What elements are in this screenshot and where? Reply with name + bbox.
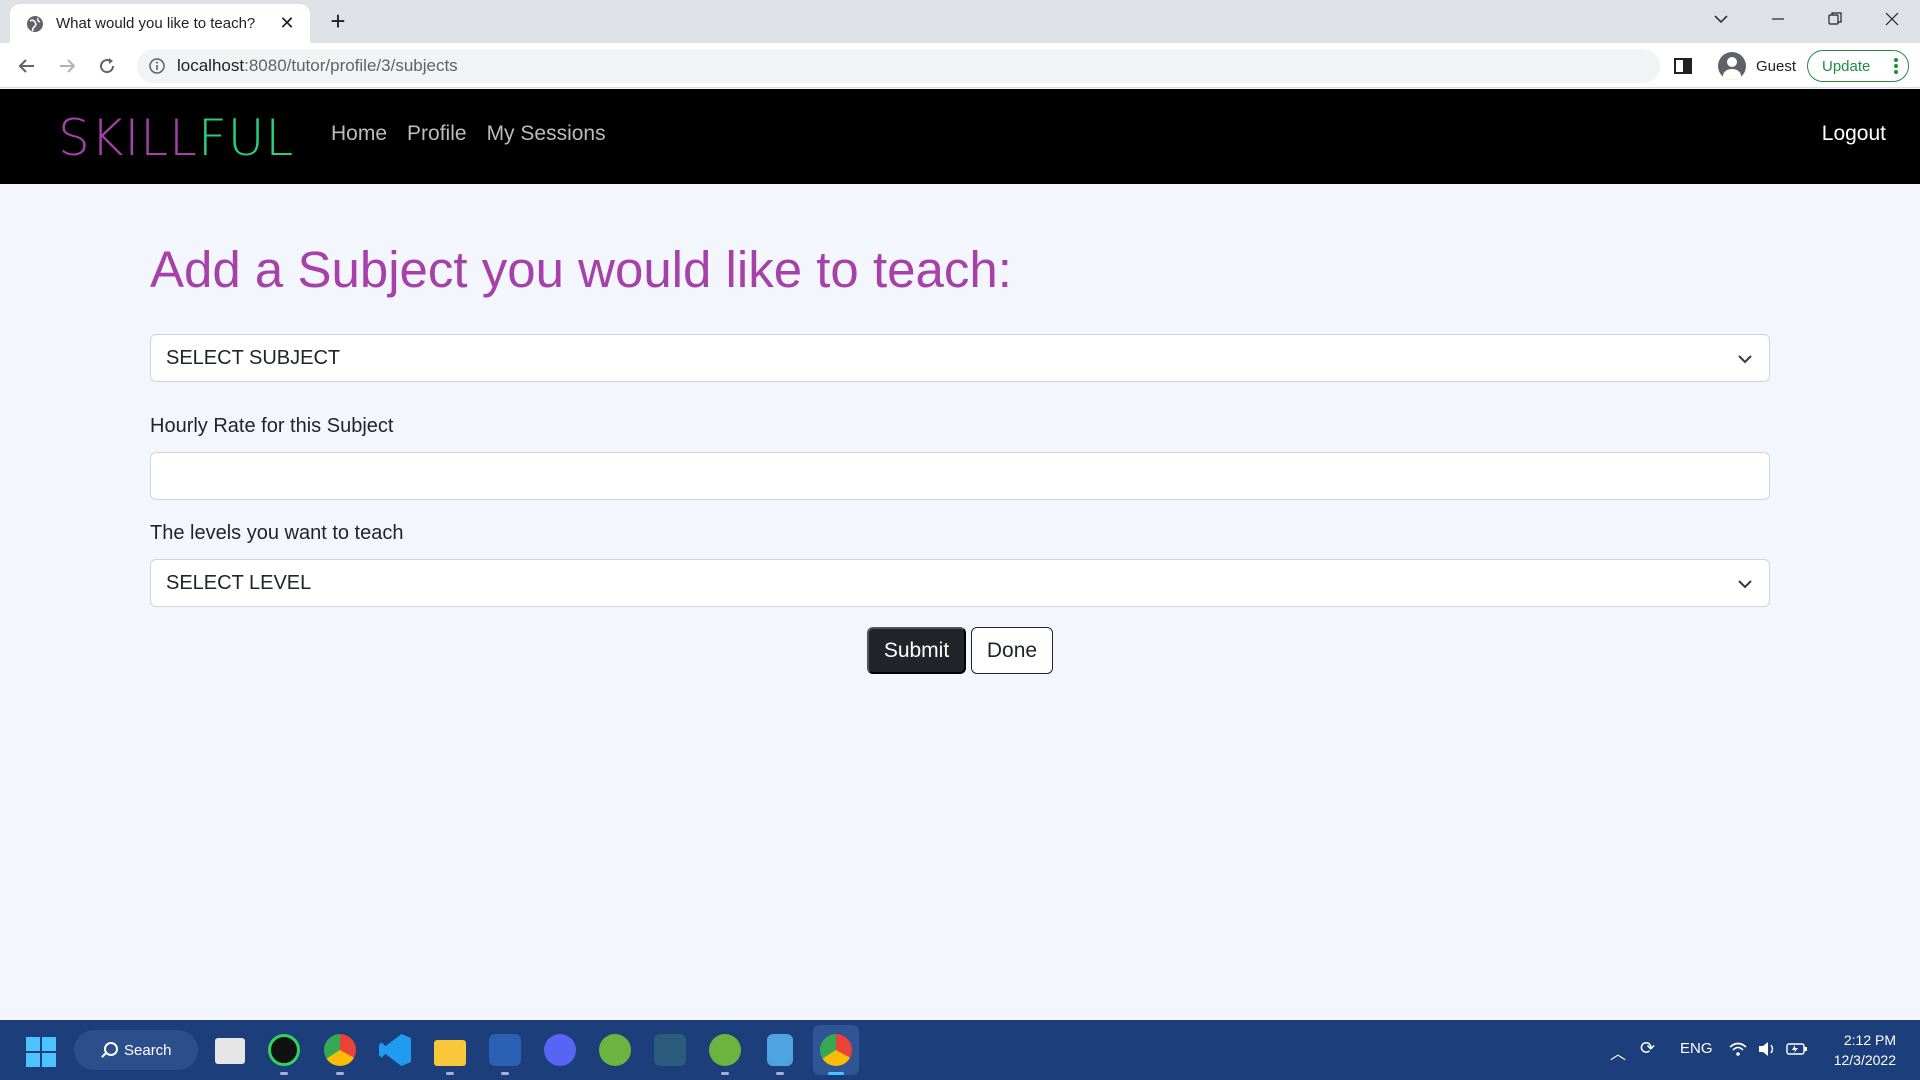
- reload-icon: [100, 58, 115, 74]
- nav-profile-link[interactable]: Profile: [407, 122, 467, 146]
- url-host: localhost: [177, 56, 245, 75]
- running-indicator: [501, 1072, 509, 1075]
- globe-icon: [27, 15, 43, 32]
- submit-button[interactable]: Submit: [867, 627, 966, 674]
- close-tab-icon[interactable]: ✕: [276, 13, 298, 34]
- close-icon: [1885, 12, 1898, 26]
- language-indicator[interactable]: ENG: [1680, 1040, 1713, 1057]
- sync-icon[interactable]: ⟳: [1640, 1038, 1655, 1059]
- nav-my-sessions-link[interactable]: My Sessions: [487, 122, 606, 146]
- battery-icon[interactable]: [1786, 1041, 1808, 1057]
- nav-links: Home Profile My Sessions: [331, 122, 606, 146]
- minimize-icon: [1771, 18, 1784, 20]
- running-indicator: [336, 1072, 344, 1075]
- task-view-icon[interactable]: [215, 1038, 245, 1064]
- search-icon: [104, 1042, 118, 1056]
- browser-toolbar: localhost:8080/tutor/profile/3/subjects …: [0, 43, 1920, 88]
- taskbar: Search ︿ ⟳ ENG 2:12 PM 12/3/2022: [0, 1020, 1920, 1080]
- hourly-rate-label: Hourly Rate for this Subject: [150, 415, 394, 437]
- new-tab-button[interactable]: +: [324, 8, 352, 36]
- more-menu-icon: [1894, 58, 1898, 74]
- chevron-down-icon: [1738, 355, 1752, 364]
- back-arrow-icon: [18, 59, 34, 73]
- chrome-canary-icon[interactable]: [324, 1034, 356, 1066]
- start-icon[interactable]: [26, 1037, 56, 1067]
- notepad-icon[interactable]: [767, 1034, 793, 1066]
- info-icon[interactable]: [149, 58, 165, 74]
- wifi-icon[interactable]: [1728, 1040, 1748, 1058]
- forward-button[interactable]: [52, 51, 82, 81]
- mysql-workbench-icon[interactable]: [654, 1034, 686, 1066]
- tab-title: What would you like to teach?: [56, 15, 256, 32]
- running-indicator: [721, 1072, 729, 1075]
- minimize-button[interactable]: [1749, 0, 1806, 38]
- window-controls: [1692, 0, 1920, 38]
- word-icon[interactable]: [489, 1034, 521, 1066]
- chevron-down-icon: [1713, 15, 1728, 24]
- level-select-value: SELECT LEVEL: [166, 571, 312, 594]
- browser-tabstrip: What would you like to teach? ✕ +: [0, 0, 1920, 43]
- chevron-down-icon: [1738, 580, 1752, 589]
- obs-icon[interactable]: [268, 1034, 300, 1066]
- vscode-icon[interactable]: [379, 1034, 411, 1066]
- side-panel-icon[interactable]: [1672, 55, 1694, 77]
- forward-arrow-icon: [60, 59, 76, 73]
- chrome-icon[interactable]: [820, 1034, 852, 1066]
- back-button[interactable]: [12, 51, 42, 81]
- taskbar-search[interactable]: Search: [74, 1030, 198, 1070]
- avatar-icon: [1718, 52, 1746, 80]
- restore-button[interactable]: [1806, 0, 1863, 38]
- page-title: Add a Subject you would like to teach:: [150, 241, 1012, 298]
- running-indicator: [776, 1072, 784, 1075]
- clock-date: 12/3/2022: [1833, 1052, 1896, 1068]
- chevron-up-icon[interactable]: ︿: [1610, 1040, 1626, 1064]
- reload-button[interactable]: [92, 51, 122, 81]
- running-indicator: [446, 1072, 454, 1075]
- logout-link[interactable]: Logout: [1822, 122, 1886, 146]
- clock-time: 2:12 PM: [1843, 1032, 1896, 1048]
- tab-search-button[interactable]: [1692, 0, 1749, 38]
- hourly-rate-input[interactable]: [150, 452, 1770, 500]
- update-button[interactable]: Update: [1807, 50, 1909, 82]
- subject-select-value: SELECT SUBJECT: [166, 346, 341, 369]
- taskbar-search-label: Search: [124, 1041, 172, 1059]
- clock[interactable]: 2:12 PM 12/3/2022: [1834, 1030, 1896, 1070]
- site-navbar: SKILLFUL Home Profile My Sessions Logout: [0, 89, 1920, 184]
- discord-icon[interactable]: [544, 1034, 576, 1066]
- url-path: :8080/tutor/profile/3/subjects: [244, 56, 458, 75]
- profile-button[interactable]: Guest: [1710, 49, 1804, 83]
- file-explorer-icon[interactable]: [434, 1040, 466, 1066]
- url-text: localhost:8080/tutor/profile/3/subjects: [177, 56, 458, 76]
- brand-part-1: SKILL: [58, 109, 198, 167]
- browser-tab[interactable]: What would you like to teach? ✕: [10, 4, 310, 43]
- close-window-button[interactable]: [1863, 0, 1920, 38]
- update-label: Update: [1822, 57, 1871, 75]
- running-indicator: [280, 1072, 288, 1075]
- levels-label: The levels you want to teach: [150, 522, 404, 544]
- restore-icon: [1827, 12, 1842, 25]
- subject-select[interactable]: SELECT SUBJECT: [150, 334, 1770, 382]
- level-select[interactable]: SELECT LEVEL: [150, 559, 1770, 607]
- profile-label: Guest: [1756, 57, 1797, 75]
- brand-logo[interactable]: SKILLFUL: [58, 109, 294, 167]
- active-indicator: [828, 1072, 844, 1075]
- nav-home-link[interactable]: Home: [331, 122, 387, 146]
- volume-icon[interactable]: [1757, 1040, 1777, 1058]
- address-bar[interactable]: localhost:8080/tutor/profile/3/subjects: [137, 49, 1660, 83]
- spring-boot-icon[interactable]: [709, 1034, 741, 1066]
- brand-part-2: FUL: [198, 109, 295, 167]
- spring-tools-icon[interactable]: [599, 1034, 631, 1066]
- done-button[interactable]: Done: [971, 627, 1053, 674]
